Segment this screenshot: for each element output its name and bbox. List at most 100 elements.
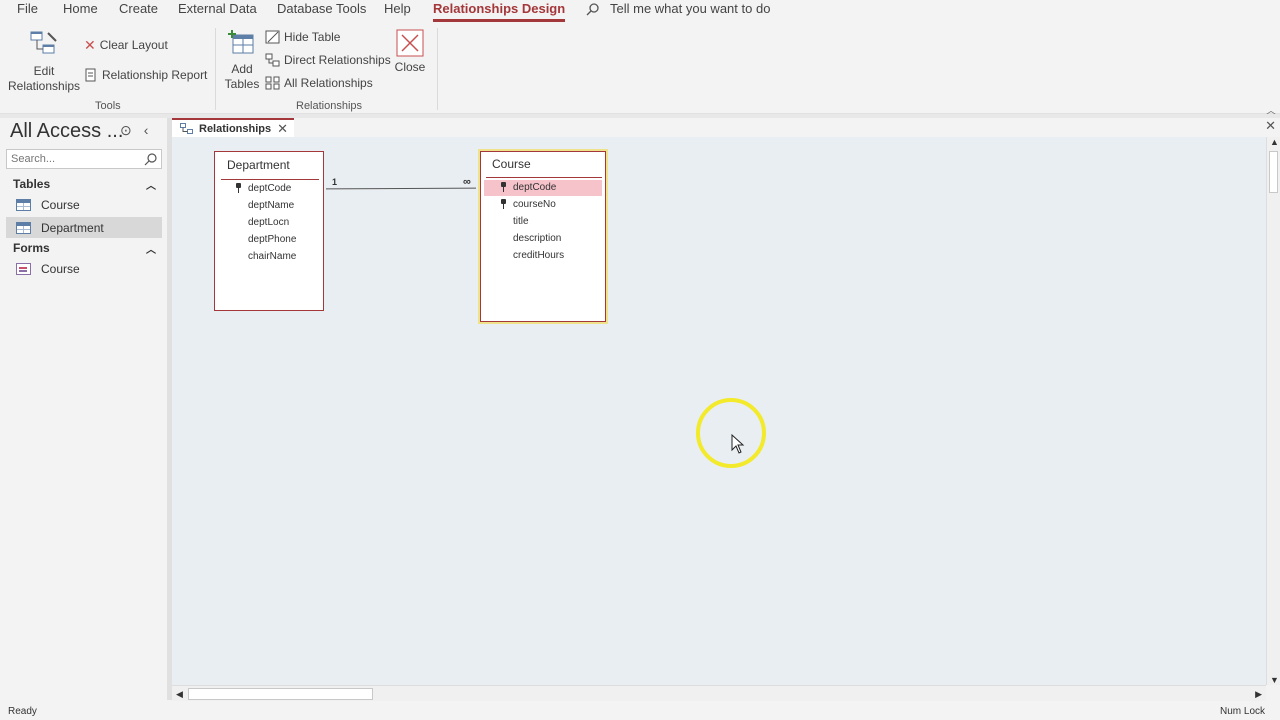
relationship-report-label: Relationship Report <box>102 68 208 82</box>
menu-bar: File Home Create External Data Database … <box>0 0 1280 22</box>
nav-section-tables[interactable]: Tables ︿ <box>6 174 162 194</box>
tab-database-tools[interactable]: Database Tools <box>277 0 366 17</box>
close-label: Close <box>394 60 426 74</box>
field-name: chairName <box>248 251 297 262</box>
close-document-icon[interactable]: ✕ <box>1265 118 1276 134</box>
relationships-group-label: Relationships <box>296 100 363 112</box>
nav-item-course-form[interactable]: Course <box>6 258 162 279</box>
search-icon[interactable] <box>144 152 157 166</box>
field-list-department[interactable]: Department deptCode deptName deptLocn de… <box>214 151 324 311</box>
hide-table-icon <box>265 30 280 44</box>
primary-key-icon <box>501 199 506 209</box>
tab-file[interactable]: File <box>17 0 38 17</box>
ribbon: Edit Relationships ✕ Clear Layout Relati… <box>0 22 1280 117</box>
field-item[interactable]: title <box>484 214 602 230</box>
nav-section-forms[interactable]: Forms ︿ <box>6 238 162 258</box>
hide-table-label: Hide Table <box>284 30 341 44</box>
close-icon <box>396 29 424 57</box>
table-icon <box>16 221 31 234</box>
nav-search-box <box>6 149 162 169</box>
field-name: description <box>513 233 562 244</box>
field-item[interactable]: description <box>484 231 602 247</box>
edit-relationships-label: Edit Relationships <box>8 64 81 93</box>
edit-relationships-button[interactable]: Edit Relationships <box>8 29 80 94</box>
all-relationships-label: All Relationships <box>284 76 373 90</box>
scroll-down-icon[interactable]: ▼ <box>1270 675 1279 685</box>
primary-key-icon <box>236 183 241 193</box>
add-tables-button[interactable]: Add Tables <box>222 29 262 92</box>
cursor-highlight-ring <box>696 398 766 468</box>
nav-pane-title[interactable]: All Access ... <box>10 120 123 143</box>
document-tab-strip: Relationships ✕ ✕ <box>172 118 1280 137</box>
clear-layout-button[interactable]: ✕ Clear Layout <box>84 36 168 54</box>
tools-group-label: Tools <box>95 100 121 112</box>
field-name: courseNo <box>513 199 556 210</box>
relationship-line[interactable] <box>325 187 477 190</box>
nav-item-label: Course <box>41 197 80 212</box>
field-name: deptLocn <box>248 217 290 228</box>
collapse-chevron-icon[interactable]: ︿ <box>146 241 156 256</box>
tab-relationships-design[interactable]: Relationships Design <box>433 0 566 22</box>
document-tab-label: Relationships <box>199 122 272 135</box>
tab-relationships-document[interactable]: Relationships ✕ <box>172 118 294 137</box>
hide-table-button[interactable]: Hide Table <box>265 28 340 46</box>
nav-item-department-table[interactable]: Department <box>6 217 162 238</box>
field-list-course[interactable]: Course deptCode courseNo title descripti… <box>478 149 608 324</box>
direct-relationships-button[interactable]: Direct Relationships <box>265 51 391 69</box>
nav-section-label: Forms <box>13 241 50 255</box>
close-x-icon: ✕ <box>84 36 96 53</box>
field-item-highlighted[interactable]: deptCode <box>484 180 602 196</box>
navigation-pane: All Access ... ⊙ ‹ Tables ︿ Course Depar… <box>0 118 167 700</box>
field-item[interactable]: courseNo <box>484 197 602 213</box>
field-item[interactable]: chairName <box>219 249 319 265</box>
report-icon <box>85 68 96 82</box>
close-tab-icon[interactable]: ✕ <box>277 121 288 137</box>
add-tables-label: Add Tables <box>224 62 260 91</box>
tell-me-label: Tell me what you want to do <box>610 1 771 16</box>
form-icon <box>16 262 31 275</box>
field-name: creditHours <box>513 250 565 261</box>
status-bar: Ready Num Lock <box>0 701 1280 720</box>
add-tables-icon <box>228 30 254 54</box>
horizontal-scroll-thumb[interactable] <box>188 688 373 700</box>
vertical-scroll-thumb[interactable] <box>1269 151 1278 193</box>
field-item[interactable]: deptCode <box>219 181 319 197</box>
nav-search-input[interactable] <box>11 153 131 165</box>
field-item[interactable]: deptPhone <box>219 232 319 248</box>
field-name: title <box>513 216 529 227</box>
field-list-divider <box>221 179 319 180</box>
search-icon <box>586 2 599 15</box>
group-separator <box>215 28 216 110</box>
relationships-canvas[interactable]: Department deptCode deptName deptLocn de… <box>172 137 1266 685</box>
close-button[interactable]: Close <box>393 29 427 75</box>
collapse-chevron-icon[interactable]: ︿ <box>146 177 156 192</box>
field-item[interactable]: deptLocn <box>219 215 319 231</box>
nav-item-course-table[interactable]: Course <box>6 194 162 215</box>
field-item[interactable]: creditHours <box>484 248 602 264</box>
horizontal-scrollbar[interactable]: ◀ ▶ <box>172 685 1266 701</box>
scroll-right-icon[interactable]: ▶ <box>1255 689 1262 700</box>
primary-key-icon <box>501 182 506 192</box>
shutter-bar-collapse-icon[interactable]: ‹ <box>144 122 149 139</box>
tab-external-data[interactable]: External Data <box>178 0 257 17</box>
scroll-left-icon[interactable]: ◀ <box>176 689 183 700</box>
relationship-report-button[interactable]: Relationship Report <box>84 66 207 84</box>
vertical-scrollbar[interactable]: ▲ ▼ <box>1266 137 1280 685</box>
tab-home[interactable]: Home <box>63 0 98 17</box>
nav-menu-dropdown-icon[interactable]: ⊙ <box>120 122 132 139</box>
status-text: Ready <box>8 706 37 717</box>
num-lock-indicator: Num Lock <box>1219 706 1265 717</box>
all-relationships-button[interactable]: All Relationships <box>265 74 373 92</box>
field-name: deptCode <box>248 183 292 194</box>
tab-create[interactable]: Create <box>119 0 158 17</box>
field-name: deptCode <box>513 182 557 193</box>
one-side-label: 1 <box>332 177 338 187</box>
tab-help[interactable]: Help <box>384 0 411 17</box>
edit-relationships-icon <box>30 31 57 54</box>
direct-relationships-label: Direct Relationships <box>284 53 391 67</box>
many-side-label: ∞ <box>463 176 471 188</box>
field-item[interactable]: deptName <box>219 198 319 214</box>
tell-me-box[interactable]: Tell me what you want to do <box>586 0 770 17</box>
scroll-up-icon[interactable]: ▲ <box>1270 137 1279 147</box>
clear-layout-label: Clear Layout <box>99 38 168 52</box>
